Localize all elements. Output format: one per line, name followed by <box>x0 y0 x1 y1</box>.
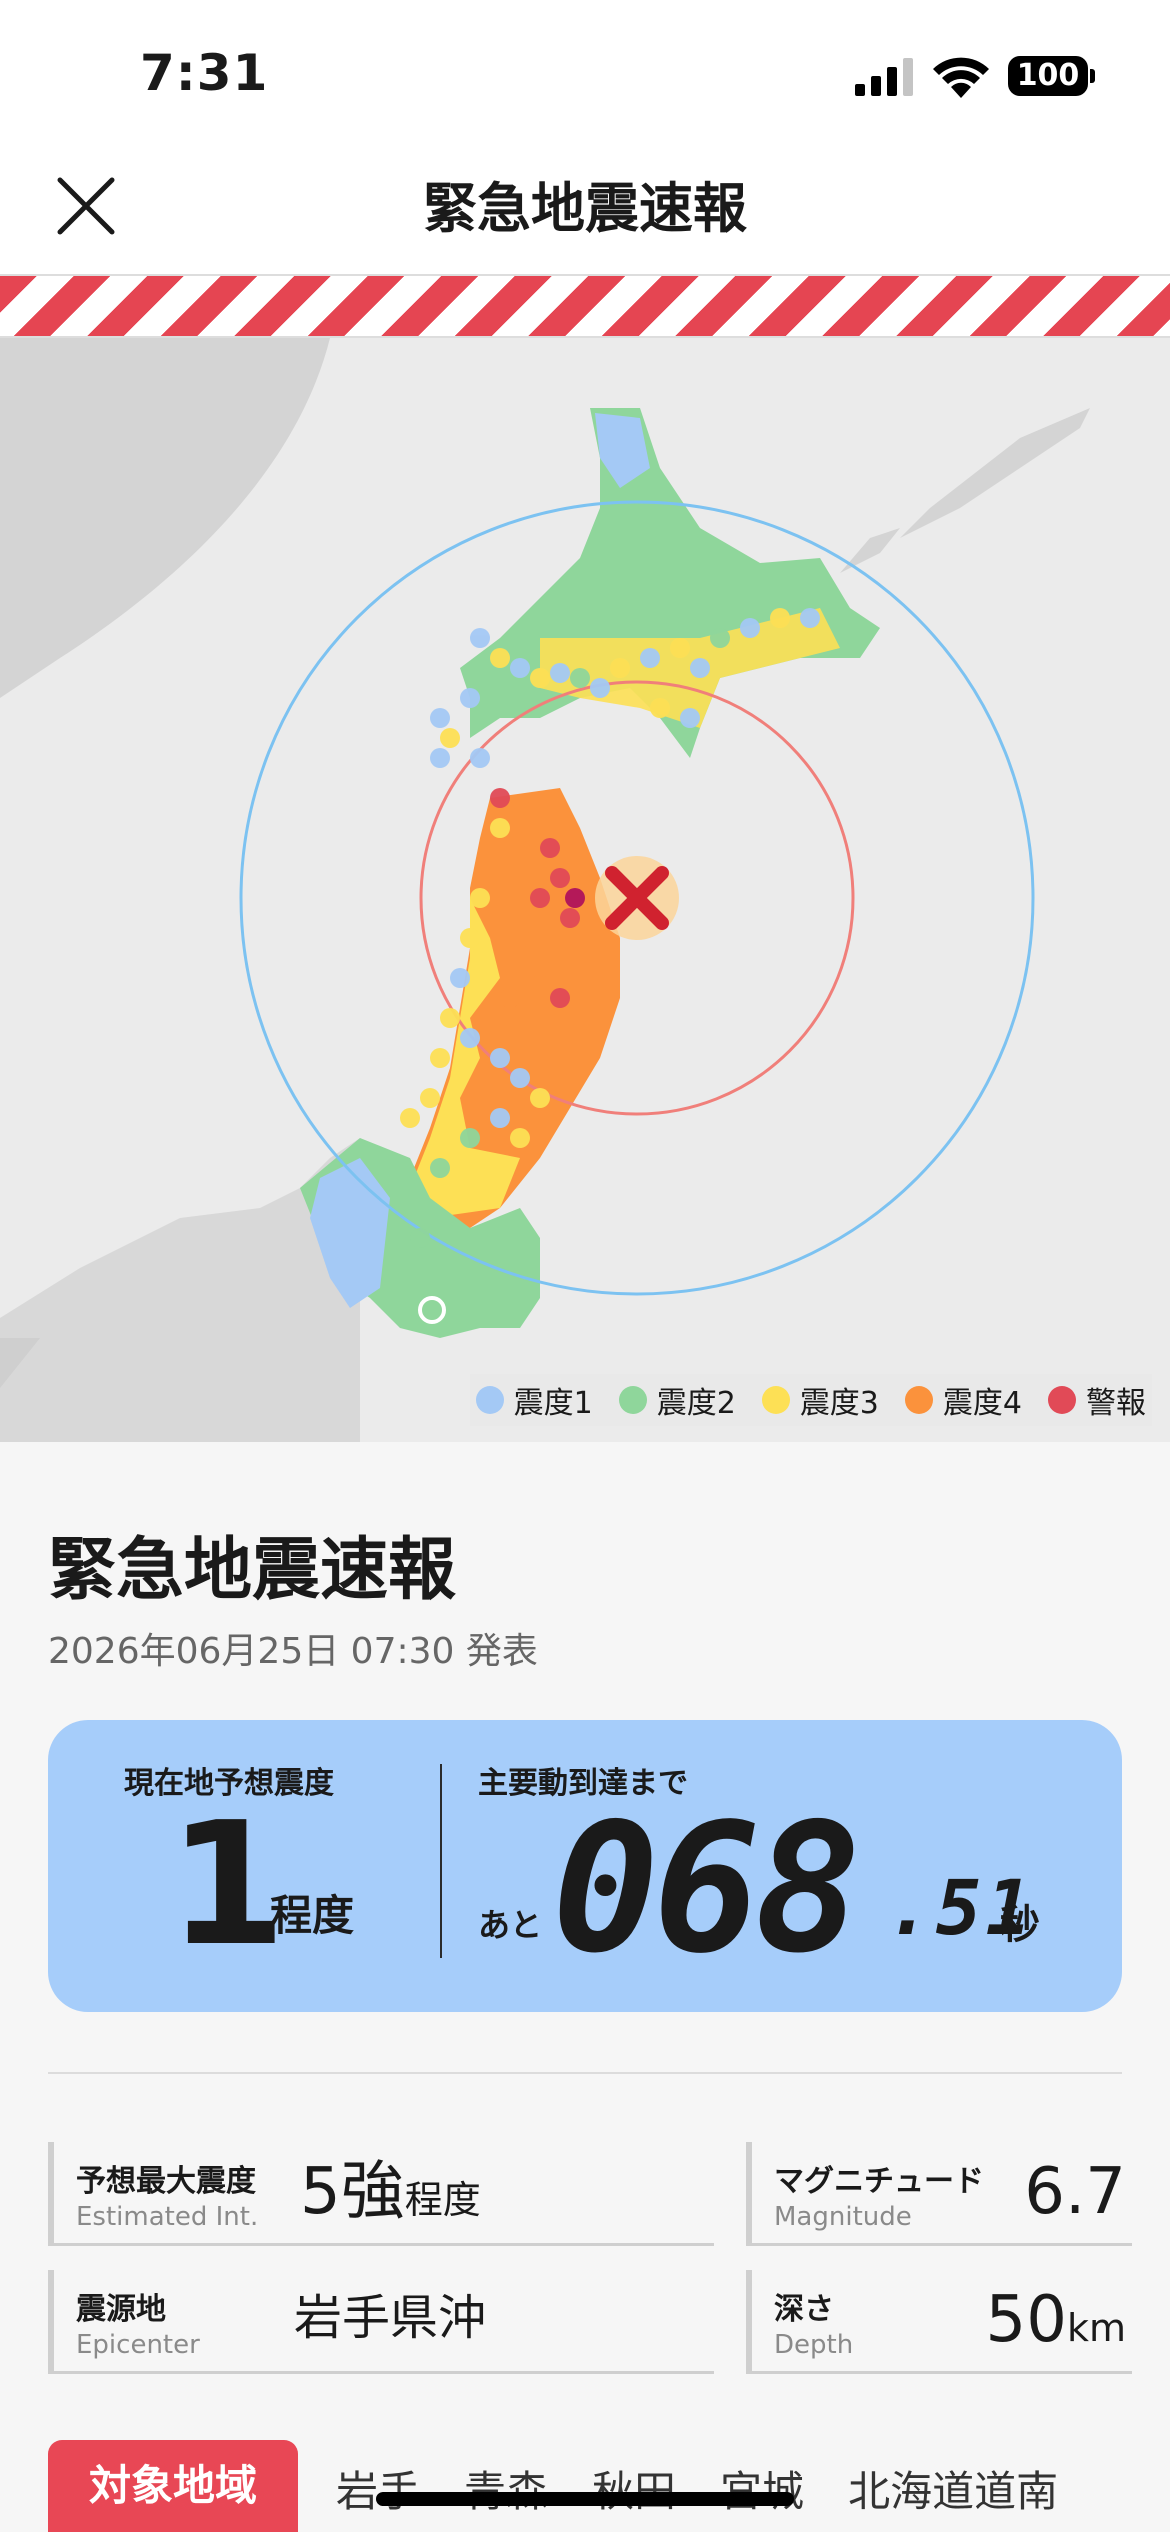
legend-label: 震度2 <box>656 1386 736 1421</box>
depth-unit: km <box>1066 2306 1126 2350</box>
magnitude-value: 6.7 <box>1024 2155 1126 2229</box>
legend-dot-int1 <box>475 1386 504 1414</box>
region-item: 岩手 <box>336 2467 421 2516</box>
stat-magnitude: マグニチュード Magnitude 6.7 <box>746 2142 1132 2246</box>
cellular-signal-icon <box>855 58 913 96</box>
stat-label: 震源地 <box>76 2292 166 2327</box>
stat-label: 深さ <box>774 2292 834 2327</box>
countdown-card: 現在地予想震度 1 程度 主要動到達まで あと 068 .51 秒 <box>48 1720 1122 2012</box>
stat-sublabel: Magnitude <box>774 2202 912 2232</box>
stat-max-intensity: 予想最大震度 Estimated Int. 5強程度 <box>48 2142 714 2246</box>
arrival-prefix: あと <box>478 1906 543 1944</box>
legend-dot-int2 <box>618 1386 647 1414</box>
legend-label: 震度1 <box>513 1386 593 1421</box>
legend-item: 震度2 <box>618 1378 736 1422</box>
status-bar: 7:31 100 <box>0 0 1170 140</box>
alert-title: 緊急地震速報 <box>48 1531 457 1610</box>
wifi-icon <box>933 57 989 98</box>
legend-item: 震度3 <box>761 1378 879 1422</box>
card-divider <box>440 1764 442 1958</box>
legend-label: 震度3 <box>799 1386 879 1421</box>
stat-depth: 深さ Depth 50km <box>746 2270 1132 2374</box>
region-item: 北海道道南 <box>848 2467 1059 2516</box>
page-title: 緊急地震速報 <box>423 177 747 240</box>
divider <box>48 2072 1122 2074</box>
legend-label: 警報 <box>1086 1386 1146 1421</box>
stat-value: 5強程度 <box>300 2160 481 2224</box>
stat-sublabel: Epicenter <box>76 2330 200 2360</box>
countdown-seconds: 068 <box>552 1785 861 1992</box>
depth-number: 50 <box>985 2283 1067 2357</box>
stat-sublabel: Depth <box>774 2330 854 2360</box>
battery-icon: 100 <box>1008 56 1088 96</box>
stat-label: 予想最大震度 <box>76 2164 256 2199</box>
info-panel: 緊急地震速報 2026年06月25日 07:30 発表 現在地予想震度 1 程度… <box>0 1442 1170 2532</box>
issued-time: 2026年06月25日 07:30 発表 <box>48 1631 538 1672</box>
region-item: 秋田 <box>592 2458 676 2519</box>
map-legend: 震度1 震度2 震度3 震度4 警報 <box>469 1374 1152 1426</box>
legend-dot-warning <box>1048 1386 1076 1414</box>
legend-label: 震度4 <box>942 1386 1022 1421</box>
local-intensity-unit: 程度 <box>270 1891 355 1940</box>
stat-sublabel: Estimated Int. <box>76 2202 259 2232</box>
home-indicator[interactable] <box>376 2492 794 2506</box>
epicenter-x-icon <box>595 856 679 940</box>
nav-header: 緊急地震速報 <box>0 140 1170 274</box>
region-item: 宮城 <box>720 2458 804 2519</box>
target-region-label: 対象地域 <box>48 2440 298 2532</box>
max-intensity-unit: 程度 <box>404 2178 481 2222</box>
map-canvas <box>0 338 1170 1442</box>
countdown-unit: 秒 <box>1000 1902 1040 1948</box>
warning-stripe <box>0 274 1170 338</box>
legend-item: 警報 <box>1048 1378 1146 1422</box>
battery-nub <box>1090 69 1095 83</box>
depth-value: 50km <box>986 2288 1126 2352</box>
stat-label: マグニチュード <box>774 2164 984 2199</box>
legend-dot-int3 <box>761 1386 790 1414</box>
region-item: 青森 <box>464 2458 548 2519</box>
status-time: 7:31 <box>140 44 269 102</box>
legend-item: 震度1 <box>475 1378 593 1422</box>
local-intensity-value: 1 <box>168 1786 287 1984</box>
region-list: 岩手 青森 秋田 宮城 北海道道南 <box>336 2458 1058 2519</box>
legend-dot-int4 <box>904 1386 933 1414</box>
epicenter-value: 岩手県沖 <box>294 2290 487 2346</box>
legend-item: 震度4 <box>904 1378 1022 1422</box>
max-intensity-value: 5強 <box>300 2155 405 2229</box>
intensity-map[interactable]: 震度1 震度2 震度3 震度4 警報 <box>0 338 1170 1442</box>
stat-epicenter: 震源地 Epicenter 岩手県沖 <box>48 2270 714 2374</box>
